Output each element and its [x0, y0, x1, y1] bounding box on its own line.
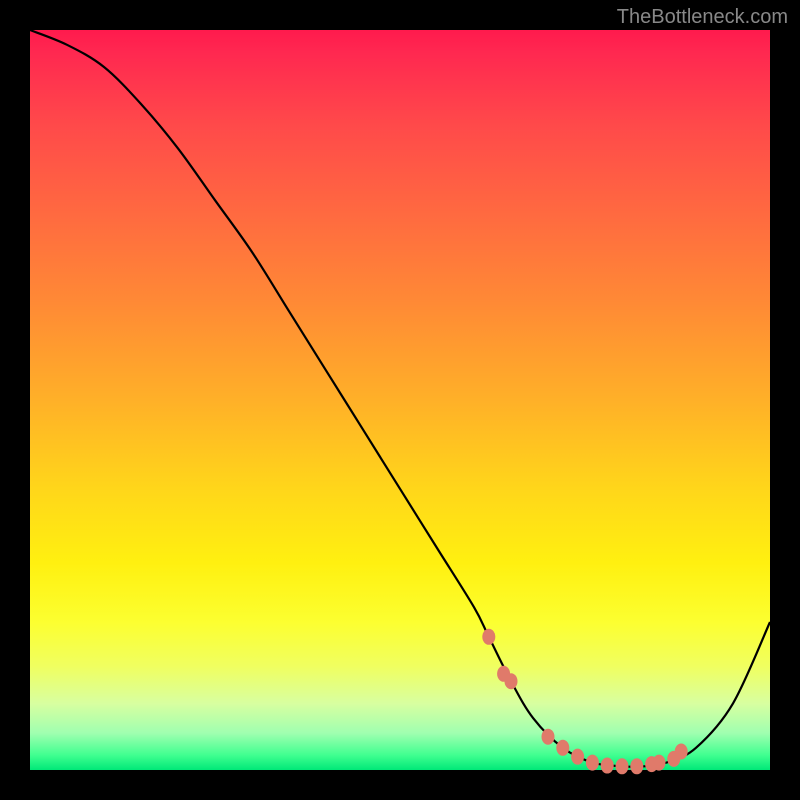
highlight-dot [616, 758, 629, 774]
highlight-dot [571, 749, 584, 765]
chart-container [30, 30, 770, 770]
highlight-markers [482, 629, 687, 775]
bottleneck-curve [30, 30, 770, 767]
watermark-text: TheBottleneck.com [617, 6, 788, 29]
highlight-dot [630, 758, 643, 774]
highlight-dot [482, 629, 495, 645]
highlight-dot [653, 755, 666, 771]
highlight-dot [556, 740, 569, 756]
highlight-dot [601, 758, 614, 774]
highlight-dot [505, 673, 518, 689]
highlight-dot [542, 729, 555, 745]
highlight-dot [675, 744, 688, 760]
chart-svg [30, 30, 770, 770]
highlight-dot [586, 755, 599, 771]
